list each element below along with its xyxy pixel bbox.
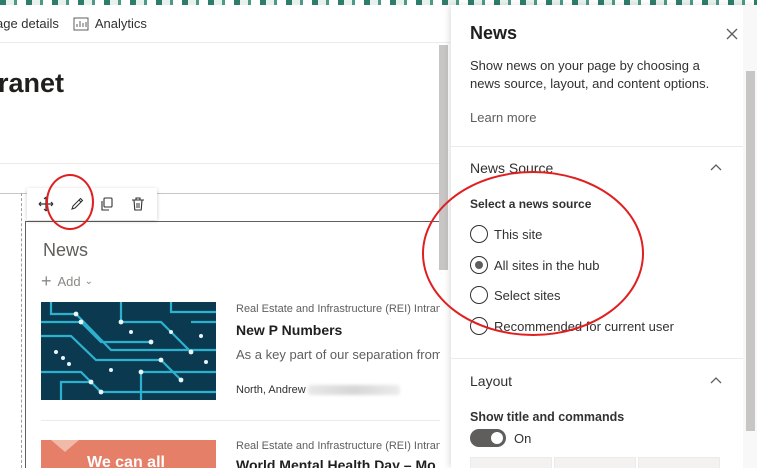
page-command-bar: age details Analytics [0, 5, 450, 43]
layout-option[interactable] [470, 457, 552, 468]
layout-options [470, 457, 720, 468]
decorative-triangle [51, 440, 79, 452]
toggle-state-label: On [514, 430, 532, 446]
layout-option[interactable] [638, 457, 720, 468]
annotation-circle-news-source [422, 171, 644, 336]
pane-title: News [470, 23, 518, 43]
title-divider [0, 163, 440, 164]
close-icon [726, 28, 738, 40]
sharepoint-editor: age details Analytics ranet News + Add ⌄… [0, 0, 757, 468]
show-title-toggle[interactable]: On [470, 429, 531, 447]
learn-more-link[interactable]: Learn more [470, 110, 536, 125]
show-title-label: Show title and commands [470, 410, 625, 424]
copy-icon [101, 197, 113, 211]
layout-option[interactable] [554, 457, 636, 468]
trash-icon [131, 197, 144, 211]
thumbnail-caption: We can all [87, 454, 165, 468]
pane-scrollbar-thumb[interactable] [746, 71, 755, 431]
page-details-button[interactable]: age details [0, 5, 59, 42]
news-web-part-heading[interactable]: News [43, 240, 88, 261]
redacted-blur [307, 385, 400, 396]
annotation-circle-edit [46, 174, 94, 230]
analytics-icon [73, 17, 89, 30]
pane-divider [451, 146, 743, 147]
add-news-button[interactable]: + Add ⌄ [41, 272, 93, 290]
section-dashed-border [21, 193, 22, 468]
news-thumbnail-circuit[interactable] [41, 302, 216, 400]
toggle-switch [470, 429, 506, 447]
page-details-label: age details [0, 16, 59, 31]
chevron-up-icon[interactable] [709, 374, 723, 388]
news-item-description: As a key part of our separation from [236, 347, 443, 362]
news-row-divider [41, 420, 441, 421]
author-name: North, Andrew [236, 384, 306, 396]
duplicate-button[interactable] [94, 191, 120, 217]
news-item-source: Real Estate and Infrastructure (REI) Int… [236, 303, 452, 315]
add-label: Add [57, 273, 81, 289]
analytics-label: Analytics [94, 16, 147, 31]
close-button[interactable] [723, 25, 741, 43]
circuit-board-image [41, 302, 216, 400]
news-item-author: North, Andrew [236, 384, 400, 396]
pane-description: Show news on your page by choosing a new… [470, 58, 710, 91]
chevron-up-icon[interactable] [709, 161, 723, 175]
chevron-down-icon: ⌄ [84, 275, 94, 287]
news-item-source: Real Estate and Infrastructure (REI) Int… [236, 440, 452, 452]
page-title[interactable]: ranet [0, 68, 64, 99]
news-thumbnail-coral[interactable]: We can all [41, 440, 216, 468]
news-item-title[interactable]: World Mental Health Day – Mo [236, 457, 436, 468]
layout-group-header[interactable]: Layout [470, 373, 512, 389]
analytics-button[interactable]: Analytics [73, 5, 147, 42]
delete-button[interactable] [125, 191, 151, 217]
news-item-title[interactable]: New P Numbers [236, 322, 342, 338]
plus-icon: + [41, 271, 52, 291]
pane-divider [451, 358, 743, 359]
